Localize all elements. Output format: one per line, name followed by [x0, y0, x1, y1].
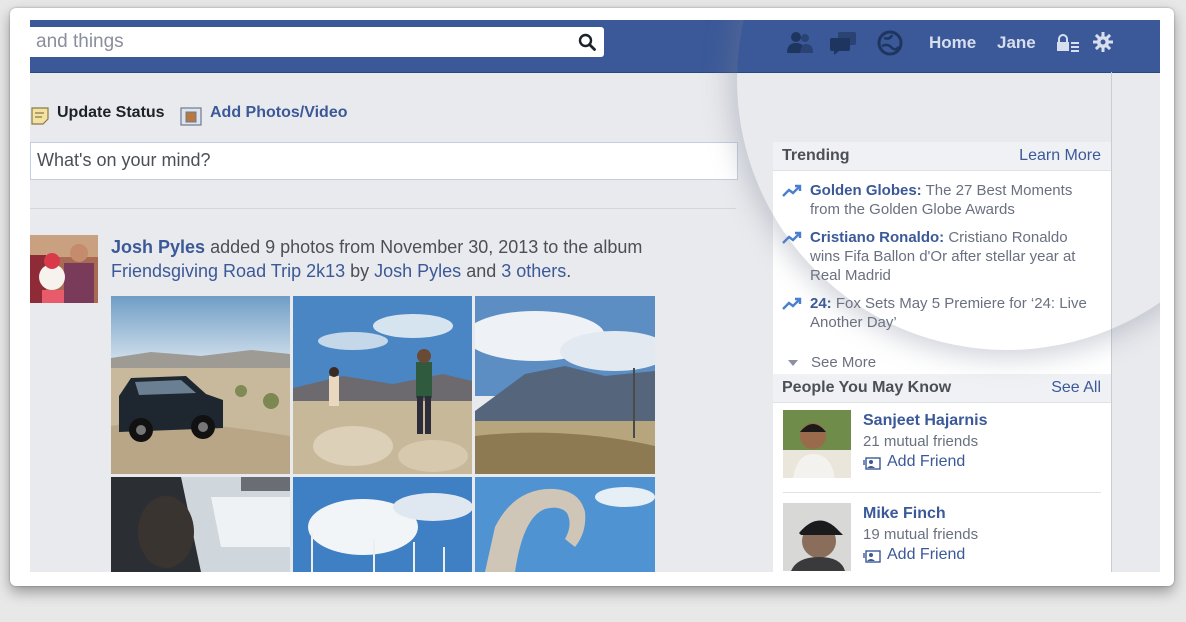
trending-arrow-icon	[782, 297, 802, 310]
trending-item[interactable]: 24: Fox Sets May 5 Premiere for ‘24: Liv…	[810, 294, 1100, 332]
search-icon[interactable]	[578, 33, 596, 51]
add-friend-icon[interactable]	[863, 549, 881, 563]
album-link[interactable]: Friendsgiving Road Trip 2k13	[111, 261, 345, 281]
add-friend-button[interactable]: Add Friend	[887, 453, 965, 471]
trending-header: Trending Learn More	[773, 142, 1111, 171]
learn-more-link[interactable]: Learn More	[1019, 147, 1101, 165]
see-all-link[interactable]: See All	[1051, 379, 1101, 397]
add-photos-tab[interactable]: Add Photos/Video	[210, 104, 347, 122]
settings-gear-icon[interactable]	[1093, 32, 1113, 52]
pymk-name[interactable]: Mike Finch	[863, 505, 946, 523]
trending-arrow-icon	[782, 184, 802, 197]
story-text: Josh Pyles added 9 photos from November …	[111, 237, 643, 281]
add-friend-icon[interactable]	[863, 456, 881, 470]
avatar[interactable]	[30, 235, 98, 303]
pymk-header: People You May Know See All	[773, 374, 1111, 403]
privacy-lock-icon[interactable]	[1056, 34, 1080, 52]
author-link-2[interactable]: Josh Pyles	[374, 261, 461, 281]
status-input[interactable]: What's on your mind?	[30, 142, 738, 180]
pymk-title: People You May Know	[782, 379, 952, 396]
home-link[interactable]: Home	[929, 33, 976, 53]
pymk-avatar[interactable]	[783, 503, 851, 571]
friend-requests-icon[interactable]	[786, 30, 814, 56]
pymk-name[interactable]: Sanjeet Hajarnis	[863, 412, 988, 430]
search-input[interactable]: and things	[30, 27, 604, 57]
add-friend-button[interactable]: Add Friend	[887, 546, 965, 564]
divider	[30, 208, 736, 209]
top-bar: and things Home Jane	[30, 20, 1160, 73]
others-link[interactable]: 3 others	[501, 261, 566, 281]
trending-title: Trending	[782, 147, 850, 164]
search-value: and things	[36, 31, 124, 52]
trending-arrow-icon	[782, 231, 802, 244]
right-rail: Trending Learn More Golden Globes: The 2…	[773, 72, 1111, 572]
see-more-link[interactable]: See More	[811, 354, 876, 371]
update-status-icon	[31, 107, 49, 125]
see-more-caret-icon	[788, 360, 798, 366]
author-link[interactable]: Josh Pyles	[111, 237, 205, 257]
screenshot-frame: and things Home Jane Update Status Add P…	[10, 8, 1174, 586]
photo-desert-people[interactable]	[293, 296, 472, 474]
facebook-screen: and things Home Jane Update Status Add P…	[30, 20, 1160, 572]
photo-mountain[interactable]	[475, 296, 655, 474]
photo-dinosaur[interactable]	[475, 477, 655, 572]
status-placeholder: What's on your mind?	[37, 150, 211, 170]
profile-link[interactable]: Jane	[997, 33, 1036, 53]
separator	[783, 492, 1101, 493]
pymk-avatar[interactable]	[783, 410, 851, 478]
photo-car-interior[interactable]	[111, 477, 290, 572]
trending-item[interactable]: Cristiano Ronaldo: Cristiano Ronaldo win…	[810, 228, 1100, 285]
photo-suv[interactable]	[111, 296, 290, 474]
update-status-tab[interactable]: Update Status	[57, 104, 165, 122]
rail-border	[1111, 72, 1112, 572]
globe-notifications-icon[interactable]	[876, 30, 904, 56]
add-photos-icon	[180, 107, 202, 126]
trending-item[interactable]: Golden Globes: The 27 Best Moments from …	[810, 181, 1100, 219]
pymk-mutual[interactable]: 21 mutual friends	[863, 433, 978, 450]
photo-windmills[interactable]	[293, 477, 472, 572]
pymk-mutual[interactable]: 19 mutual friends	[863, 526, 978, 543]
messages-icon[interactable]	[830, 30, 858, 56]
